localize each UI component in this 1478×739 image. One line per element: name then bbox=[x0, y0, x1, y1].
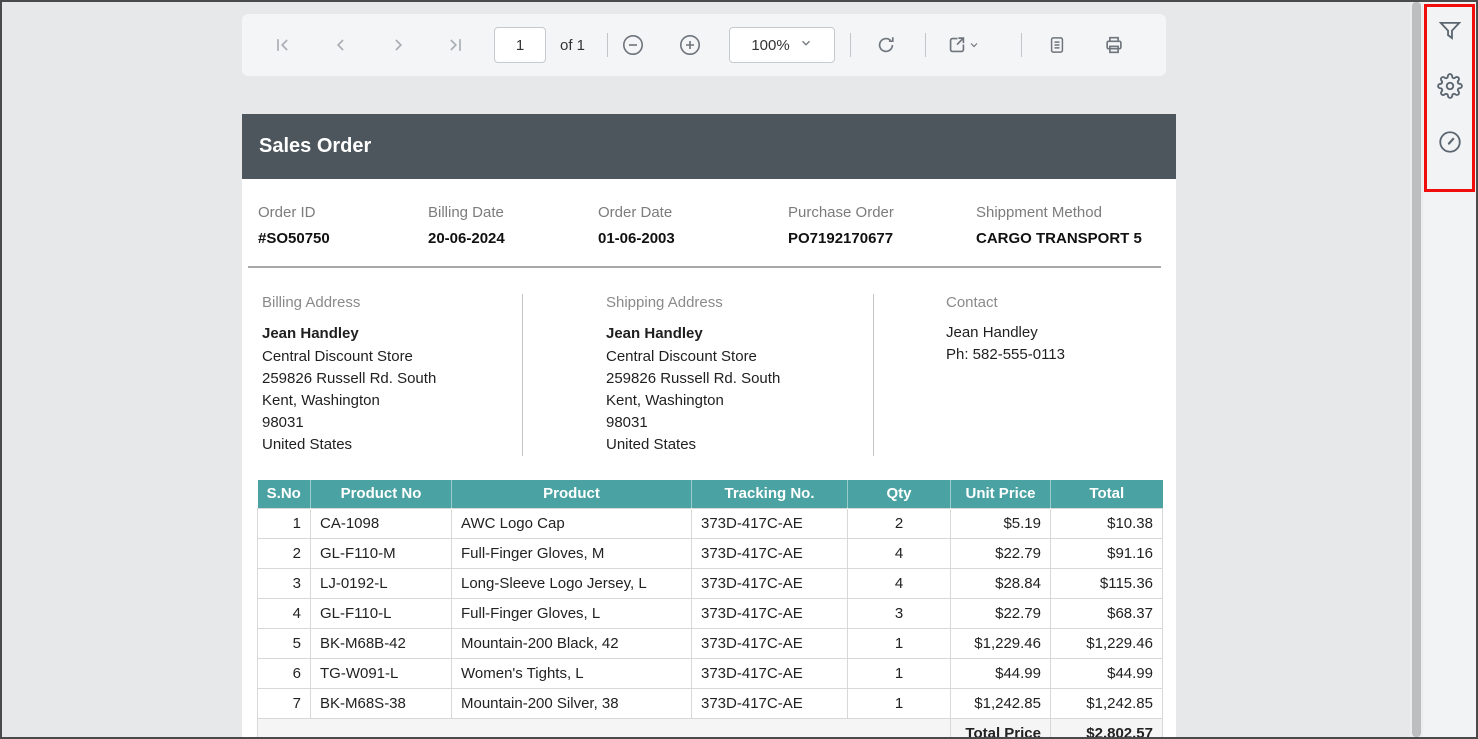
first-page-icon bbox=[273, 35, 293, 55]
table-total-row: Total Price $2,802.57 bbox=[257, 717, 1163, 737]
zoom-in-button[interactable] bbox=[678, 33, 702, 57]
report-viewer-window: of 1 100% Sales Or bbox=[0, 0, 1478, 739]
total-row-spacer bbox=[257, 717, 951, 737]
export-button[interactable] bbox=[941, 33, 985, 57]
order-items-table: S.No Product No Product Tracking No. Qty… bbox=[257, 480, 1163, 737]
next-page-button[interactable] bbox=[386, 33, 410, 57]
previous-page-icon bbox=[331, 35, 351, 55]
sidebar-filter-button[interactable] bbox=[1435, 17, 1465, 47]
toolbar-divider bbox=[1021, 33, 1023, 57]
sidebar-settings-button[interactable] bbox=[1435, 72, 1465, 102]
total-price-label: Total Price bbox=[950, 717, 1051, 737]
last-page-icon bbox=[445, 35, 465, 55]
filter-icon bbox=[1437, 18, 1463, 47]
toolbar-divider bbox=[925, 33, 927, 57]
purchase-order-field: Purchase Order PO7192170677 bbox=[788, 204, 894, 247]
order-fields: Order ID #SO50750 Billing Date 20-06-202… bbox=[242, 203, 1176, 249]
table-header-row: S.No Product No Product Tracking No. Qty… bbox=[257, 480, 1163, 508]
gauge-icon bbox=[1437, 129, 1463, 158]
next-page-icon bbox=[388, 35, 408, 55]
page-number-box bbox=[494, 27, 546, 63]
zoom-in-icon bbox=[678, 33, 702, 57]
report-title: Sales Order bbox=[259, 135, 372, 157]
order-id-field: Order ID #SO50750 bbox=[258, 204, 330, 247]
table-row: 2 GL-F110-M Full-Finger Gloves, M 373D-417C… bbox=[257, 537, 1163, 569]
print-button[interactable] bbox=[1102, 33, 1126, 57]
refresh-button[interactable] bbox=[874, 33, 898, 57]
first-page-button[interactable] bbox=[271, 33, 295, 57]
table-row: 5 BK-M68B-42 Mountain-200 Black, 42 373D-41… bbox=[257, 627, 1163, 659]
shipping-address: Shipping Address Jean Handley Central Di… bbox=[523, 294, 874, 456]
column-header: Product No bbox=[310, 480, 452, 508]
report-page: Sales Order Order ID #SO50750 Billing Da… bbox=[242, 114, 1176, 737]
chevron-down-icon bbox=[799, 36, 813, 55]
table-row: 6 TG-W091-L Women's Tights, L 373D-417C-AE 1… bbox=[257, 657, 1163, 689]
table-row: 3 LJ-0192-L Long-Sleeve Logo Jersey, L 373D… bbox=[257, 567, 1163, 599]
column-header: Product bbox=[451, 480, 692, 508]
billing-date-field: Billing Date 20-06-2024 bbox=[428, 204, 505, 247]
scrollbar-thumb[interactable] bbox=[1412, 2, 1421, 737]
vertical-scrollbar[interactable] bbox=[1410, 2, 1423, 737]
page-number-input[interactable] bbox=[495, 28, 545, 62]
column-header: Tracking No. bbox=[691, 480, 848, 508]
previous-page-button[interactable] bbox=[329, 33, 353, 57]
contact-info: Contact Jean Handley Ph: 582-555-0113 bbox=[946, 294, 1065, 363]
document-parameters-button[interactable] bbox=[1045, 33, 1069, 57]
refresh-icon bbox=[875, 34, 897, 56]
chevron-down-icon bbox=[968, 39, 980, 51]
billing-address: Billing Address Jean Handley Central Dis… bbox=[262, 294, 523, 456]
table-row: 1 CA-1098 AWC Logo Cap 373D-417C-AE 2 $5.19 $1… bbox=[257, 507, 1163, 539]
order-date-field: Order Date 01-06-2003 bbox=[598, 204, 675, 247]
export-icon bbox=[946, 34, 968, 56]
table-row: 7 BK-M68S-38 Mountain-200 Silver, 38 373D-4… bbox=[257, 687, 1163, 719]
address-section: Billing Address Jean Handley Central Dis… bbox=[242, 294, 1176, 456]
gear-icon bbox=[1436, 72, 1463, 102]
viewer-side-panel bbox=[1423, 2, 1476, 737]
zoom-level-select[interactable]: 100% bbox=[729, 27, 836, 63]
section-divider bbox=[248, 266, 1161, 268]
toolbar-divider bbox=[607, 33, 609, 57]
print-icon bbox=[1103, 34, 1125, 56]
zoom-level-value: 100% bbox=[751, 36, 790, 54]
zoom-out-button[interactable] bbox=[621, 33, 645, 57]
column-header: Unit Price bbox=[950, 480, 1051, 508]
column-header: S.No bbox=[257, 480, 311, 508]
shipment-method-field: Shippment Method CARGO TRANSPORT 5 bbox=[976, 204, 1142, 247]
total-price-value: $2,802.57 bbox=[1050, 717, 1163, 737]
last-page-button[interactable] bbox=[443, 33, 467, 57]
report-title-band: Sales Order bbox=[242, 114, 1176, 179]
toolbar-divider bbox=[850, 33, 852, 57]
table-row: 4 GL-F110-L Full-Finger Gloves, L 373D-417C… bbox=[257, 597, 1163, 629]
sidebar-performance-button[interactable] bbox=[1435, 128, 1465, 158]
viewer-toolbar: of 1 100% bbox=[242, 14, 1166, 76]
page-count-label: of 1 bbox=[560, 36, 586, 54]
zoom-out-icon bbox=[621, 33, 645, 57]
column-header: Qty bbox=[847, 480, 951, 508]
parameters-icon bbox=[1047, 35, 1067, 55]
column-header: Total bbox=[1050, 480, 1163, 508]
